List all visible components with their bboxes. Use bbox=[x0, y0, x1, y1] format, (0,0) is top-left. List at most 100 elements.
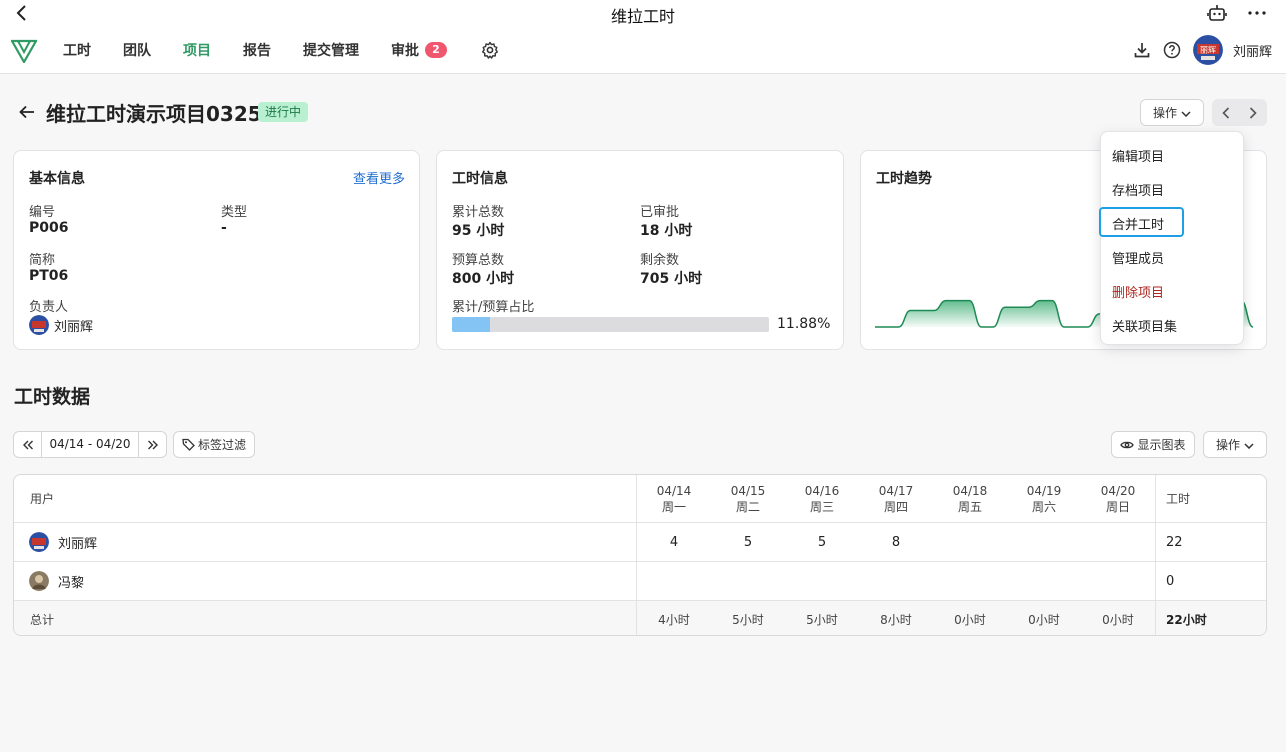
tag-filter-button[interactable]: 标签过滤 bbox=[173, 431, 255, 458]
logo-icon[interactable] bbox=[10, 39, 38, 65]
tag-icon bbox=[182, 438, 195, 451]
day-column-header: 04/17 周四 bbox=[859, 475, 933, 522]
user-name: 刘丽辉 bbox=[58, 536, 98, 552]
nav-tab-team[interactable]: 团队 bbox=[123, 40, 151, 60]
double-chevron-left-icon[interactable] bbox=[14, 432, 41, 457]
robot-icon[interactable] bbox=[1205, 1, 1229, 25]
show-chart-button[interactable]: 显示图表 bbox=[1111, 431, 1195, 458]
hours-cell[interactable] bbox=[637, 562, 711, 600]
day-date: 04/17 bbox=[878, 483, 914, 498]
day-total: 8小时 bbox=[880, 612, 912, 627]
project-title: 维拉工时演示项目0325 bbox=[46, 102, 262, 126]
hours-cell[interactable] bbox=[785, 562, 859, 600]
menu-item-delete-project[interactable]: 删除项目 bbox=[1112, 282, 1164, 301]
back-arrow-icon[interactable] bbox=[16, 101, 38, 123]
data-actions-button[interactable]: 操作 bbox=[1203, 431, 1267, 458]
day-total: 0小时 bbox=[1102, 612, 1134, 627]
download-icon[interactable] bbox=[1131, 39, 1153, 61]
user-name[interactable]: 刘丽辉 bbox=[1233, 41, 1272, 60]
nav-tab-submissions[interactable]: 提交管理 bbox=[303, 40, 359, 60]
basic-info-card: 基本信息 查看更多 编号 P006 类型 - 简称 PT06 负责人 刘丽辉 bbox=[13, 150, 420, 350]
hours-cell[interactable] bbox=[1007, 562, 1081, 600]
day-weekday: 周二 bbox=[735, 499, 760, 514]
hours-cell[interactable] bbox=[1081, 562, 1155, 600]
eye-icon bbox=[1120, 440, 1135, 450]
menu-item-archive-project[interactable]: 存档项目 bbox=[1112, 180, 1164, 199]
hours-cell[interactable]: 5 bbox=[785, 523, 859, 561]
hours-column-header: 工时 bbox=[1166, 491, 1191, 506]
hours-cell[interactable] bbox=[1081, 523, 1155, 561]
help-icon[interactable] bbox=[1161, 39, 1183, 61]
day-column-header: 04/16 周三 bbox=[785, 475, 859, 522]
more-icon[interactable] bbox=[1245, 1, 1269, 25]
project-actions-button[interactable]: 操作 bbox=[1140, 99, 1204, 126]
owner-avatar bbox=[29, 315, 49, 335]
hours-cell[interactable] bbox=[859, 562, 933, 600]
chevron-right-icon[interactable] bbox=[1240, 99, 1268, 126]
table-row[interactable]: 刘丽辉 4 5 5 8 22 bbox=[14, 523, 1266, 562]
hours-cell[interactable] bbox=[933, 562, 1007, 600]
total-value: 95 小时 bbox=[452, 223, 505, 239]
day-weekday: 周一 bbox=[661, 499, 686, 514]
hours-cell[interactable] bbox=[711, 562, 785, 600]
footer-label: 总计 bbox=[30, 612, 55, 627]
nav-tab-hours[interactable]: 工时 bbox=[63, 40, 91, 60]
user-column-header: 用户 bbox=[30, 491, 55, 506]
day-date: 04/14 bbox=[656, 483, 692, 498]
date-range-nav: 04/14 - 04/20 bbox=[13, 431, 167, 458]
project-pager bbox=[1212, 99, 1267, 126]
ratio-label: 累计/预算占比 bbox=[452, 300, 535, 315]
day-column-header: 04/20 周日 bbox=[1081, 475, 1155, 522]
day-column-header: 04/15 周二 bbox=[711, 475, 785, 522]
status-badge: 进行中 bbox=[258, 102, 309, 122]
nav-tab-label: 报告 bbox=[243, 43, 271, 59]
nav-bar: 工时 团队 项目 报告 提交管理 审批 2 丽辉 刘丽辉 bbox=[0, 26, 1286, 74]
menu-item-edit-project[interactable]: 编辑项目 bbox=[1112, 146, 1164, 165]
user-cell: 冯黎 bbox=[14, 562, 634, 600]
day-date: 04/20 bbox=[1100, 483, 1136, 498]
menu-item-merge-hours[interactable]: 合并工时 bbox=[1112, 214, 1164, 233]
user-avatar bbox=[29, 571, 49, 591]
project-actions-menu: 编辑项目 存档项目 合并工时 管理成员 删除项目 关联项目集 bbox=[1099, 131, 1244, 345]
user-avatar[interactable]: 丽辉 bbox=[1192, 35, 1223, 65]
nav-tab-label: 团队 bbox=[123, 43, 151, 59]
double-chevron-right-icon[interactable] bbox=[139, 432, 166, 457]
hours-cell[interactable]: 4 bbox=[637, 523, 711, 561]
owner: 刘丽辉 bbox=[29, 315, 93, 335]
hours-cell[interactable]: 8 bbox=[859, 523, 933, 561]
budget-value: 800 小时 bbox=[452, 271, 515, 287]
hours-cell[interactable]: 5 bbox=[711, 523, 785, 561]
actions-label: 操作 bbox=[1152, 106, 1177, 120]
hours-cell[interactable] bbox=[933, 523, 1007, 561]
hours-cell[interactable] bbox=[1007, 523, 1081, 561]
day-date: 04/18 bbox=[952, 483, 988, 498]
tag-filter-label: 标签过滤 bbox=[197, 438, 246, 452]
day-date: 04/16 bbox=[804, 483, 840, 498]
approval-count-badge: 2 bbox=[425, 42, 447, 58]
day-total: 0小时 bbox=[1028, 612, 1060, 627]
day-date: 04/15 bbox=[730, 483, 766, 498]
day-column-header: 04/18 周五 bbox=[933, 475, 1007, 522]
menu-item-manage-members[interactable]: 管理成员 bbox=[1112, 248, 1164, 267]
nav-tab-reports[interactable]: 报告 bbox=[243, 40, 271, 60]
menu-item-link-project-set[interactable]: 关联项目集 bbox=[1112, 316, 1177, 335]
settings-gear-icon[interactable] bbox=[479, 39, 501, 61]
card-title: 工时趋势 bbox=[876, 171, 932, 187]
nav-tab-approvals[interactable]: 审批 2 bbox=[391, 40, 447, 60]
view-more-link[interactable]: 查看更多 bbox=[353, 168, 405, 187]
day-weekday: 周五 bbox=[957, 499, 982, 514]
card-title: 工时信息 bbox=[452, 171, 508, 187]
chevron-down-icon bbox=[1181, 106, 1191, 120]
grand-total: 22小时 bbox=[1166, 612, 1207, 627]
budget-progress-fill bbox=[452, 317, 490, 332]
type-value: - bbox=[221, 220, 227, 236]
table-header-row: 用户 04/14 周一 04/15 周二 04/16 周三 04/17 周四 04/18… bbox=[14, 475, 1266, 523]
chevron-left-icon[interactable] bbox=[1212, 99, 1240, 126]
nav-tab-projects[interactable]: 项目 bbox=[183, 40, 211, 60]
table-row[interactable]: 冯黎 0 bbox=[14, 562, 1266, 601]
date-range[interactable]: 04/14 - 04/20 bbox=[41, 432, 139, 457]
day-weekday: 周日 bbox=[1105, 499, 1130, 514]
title-bar: 维拉工时 bbox=[0, 0, 1286, 26]
nav-tab-label: 审批 bbox=[391, 43, 419, 59]
total-label: 累计总数 bbox=[452, 205, 505, 220]
